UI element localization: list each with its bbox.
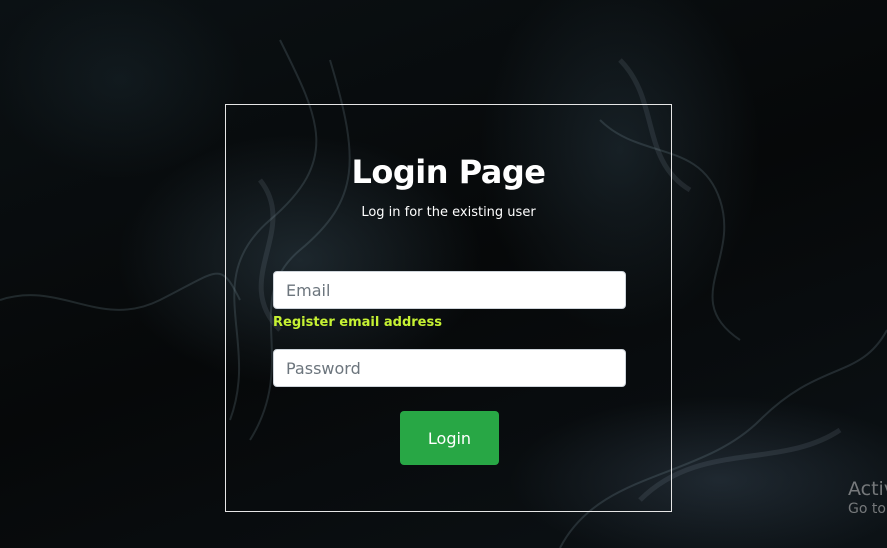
page-subtitle: Log in for the existing user bbox=[361, 205, 536, 220]
watermark-subtitle: Go to bbox=[848, 501, 886, 517]
login-card: Login Page Log in for the existing user … bbox=[225, 104, 672, 512]
activation-watermark: Activ Go to bbox=[848, 478, 887, 517]
watermark-title: Activ bbox=[848, 478, 887, 500]
password-input[interactable] bbox=[273, 349, 626, 387]
page-title: Login Page bbox=[351, 153, 546, 191]
login-button[interactable]: Login bbox=[400, 411, 499, 465]
email-hint: Register email address bbox=[273, 315, 442, 330]
email-input[interactable] bbox=[273, 271, 626, 309]
